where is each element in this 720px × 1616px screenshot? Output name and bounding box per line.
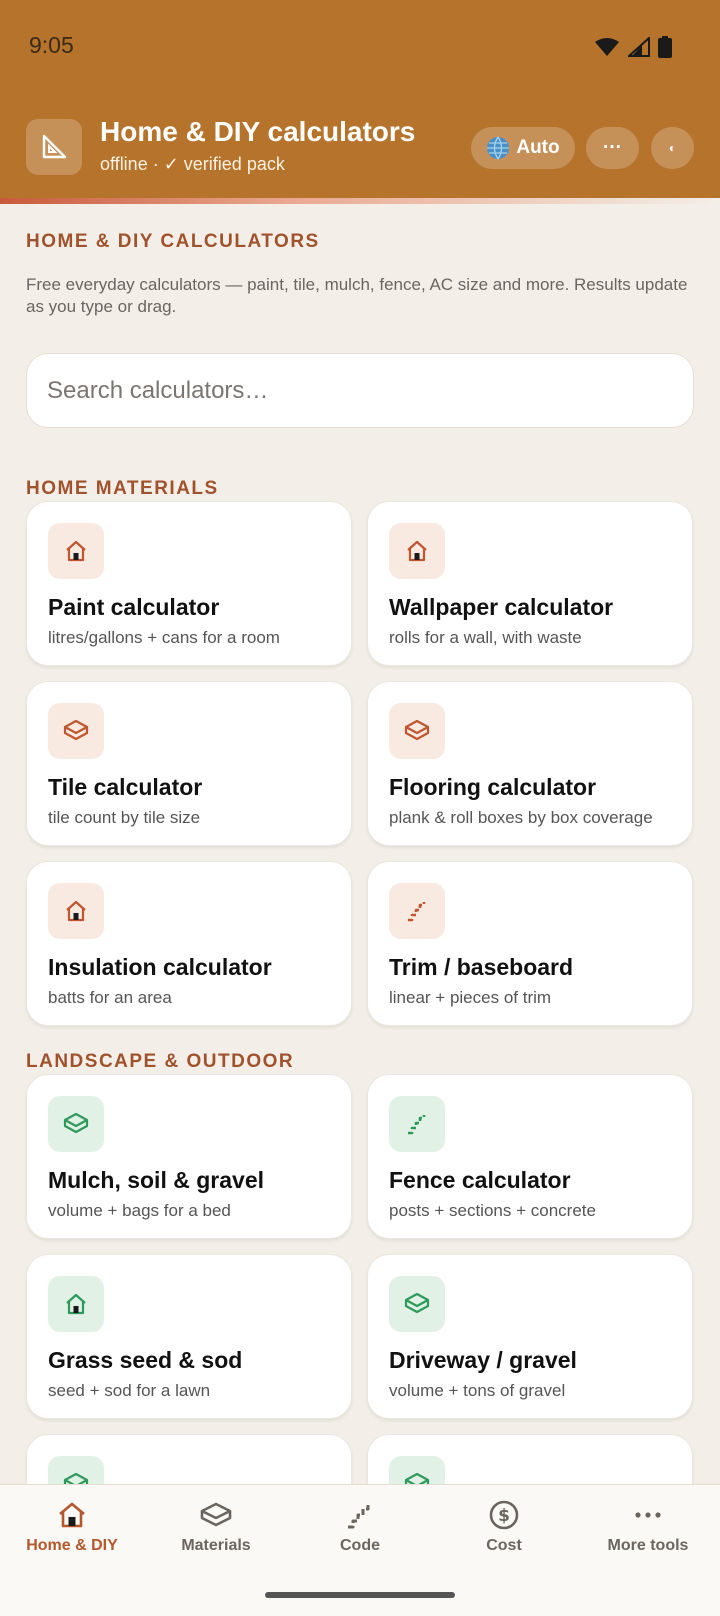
card-subtitle: litres/gallons + cans for a room (48, 628, 280, 647)
card-grass-seed-sod[interactable]: Grass seed & sod seed + sod for a lawn (26, 1254, 352, 1419)
globe-icon (487, 136, 510, 160)
card-title: Tile calculator (48, 774, 203, 800)
card-subtitle: posts + sections + concrete (389, 1201, 596, 1220)
search-box[interactable] (26, 353, 694, 428)
card-title: Wallpaper calculator (389, 594, 614, 620)
signal-icon (628, 37, 650, 57)
intro-heading: HOME & DIY CALCULATORS (26, 231, 320, 252)
nav-cost[interactable]: $ Cost (432, 1499, 576, 1555)
wifi-icon (595, 38, 619, 56)
app-logo (26, 119, 82, 175)
card-trim-baseboard[interactable]: Trim / baseboard linear + pieces of trim (367, 861, 693, 1026)
more-button[interactable]: ··· (586, 127, 639, 169)
layers-icon (48, 703, 104, 759)
nav-home-diy[interactable]: Home & DIY (0, 1499, 144, 1555)
card-fence-calculator[interactable]: Fence calculator posts + sections + conc… (367, 1074, 693, 1239)
nav-label: Materials (181, 1537, 251, 1554)
nav-materials[interactable]: Materials (144, 1499, 288, 1555)
layers-icon (389, 703, 445, 759)
svg-text:$: $ (498, 1506, 510, 1526)
house-icon (48, 883, 104, 939)
status-time: 9:05 (29, 32, 74, 58)
card-title: Mulch, soil & gravel (48, 1167, 264, 1193)
card-subtitle: plank & roll boxes by box coverage (389, 808, 653, 827)
card-subtitle: linear + pieces of trim (389, 988, 552, 1007)
nav-label: Code (340, 1537, 380, 1554)
nav-label: Cost (486, 1537, 522, 1554)
card-tile-calculator[interactable]: Tile calculator tile count by tile size (26, 681, 352, 846)
card-insulation-calculator[interactable]: Insulation calculator batts for an area (26, 861, 352, 1026)
header-accent-stripe (0, 198, 720, 204)
card-title: Driveway / gravel (389, 1347, 577, 1373)
battery-icon (658, 36, 672, 58)
house-icon (48, 523, 104, 579)
card-mulch-soil-gravel[interactable]: Mulch, soil & gravel volume + bags for a… (26, 1074, 352, 1239)
house-icon (59, 1502, 85, 1528)
language-label: Auto (516, 137, 560, 158)
card-subtitle: tile count by tile size (48, 808, 201, 827)
layers-icon (48, 1096, 104, 1152)
card-title: Insulation calculator (48, 954, 272, 980)
card-subtitle: volume + tons of gravel (389, 1381, 566, 1400)
card-title: Trim / baseboard (389, 954, 574, 980)
section-heading-home-materials: HOME MATERIALS (26, 478, 219, 499)
set-square-icon (42, 134, 67, 159)
app-header: 9:05 Home & DIY calculators offline · ✓ … (0, 0, 720, 204)
language-button[interactable]: Auto (471, 127, 575, 169)
stairs-icon (389, 1096, 445, 1152)
house-icon (389, 523, 445, 579)
app-title: Home & DIY calculators (100, 116, 416, 147)
stairs-icon (389, 883, 445, 939)
nav-code[interactable]: Code (288, 1499, 432, 1555)
card-title: Grass seed & sod (48, 1347, 243, 1373)
search-input[interactable] (47, 376, 693, 405)
layers-icon (200, 1502, 232, 1527)
section-heading-landscape-outdoor: LANDSCAPE & OUTDOOR (26, 1051, 295, 1072)
intro-text: Free everyday calculators — paint, tile,… (26, 275, 688, 316)
theme-toggle-button[interactable]: ◐ (651, 127, 694, 169)
layers-icon (389, 1276, 445, 1332)
card-driveway-gravel[interactable]: Driveway / gravel volume + tons of grave… (367, 1254, 693, 1419)
gesture-bar[interactable] (265, 1592, 455, 1598)
card-title: Fence calculator (389, 1167, 571, 1193)
card-wallpaper-calculator[interactable]: Wallpaper calculator rolls for a wall, w… (367, 501, 693, 666)
card-subtitle: seed + sod for a lawn (48, 1381, 211, 1400)
card-paint-calculator[interactable]: Paint calculator litres/gallons + cans f… (26, 501, 352, 666)
card-title: Paint calculator (48, 594, 220, 620)
app-subtitle: offline · ✓ verified pack (100, 154, 285, 174)
status-icons (594, 36, 672, 58)
card-title: Flooring calculator (389, 774, 597, 800)
nav-more-tools[interactable]: More tools (576, 1499, 720, 1555)
card-flooring-calculator[interactable]: Flooring calculator plank & roll boxes b… (367, 681, 693, 846)
nav-label: Home & DIY (26, 1537, 118, 1554)
card-subtitle: batts for an area (48, 988, 172, 1007)
dollar-coin-icon: $ (489, 1500, 519, 1530)
card-subtitle: volume + bags for a bed (48, 1201, 231, 1220)
ellipsis-icon (635, 1512, 661, 1518)
card-subtitle: rolls for a wall, with waste (389, 628, 582, 647)
stairs-icon (348, 1503, 370, 1529)
nav-label: More tools (607, 1537, 689, 1554)
house-icon (48, 1276, 104, 1332)
